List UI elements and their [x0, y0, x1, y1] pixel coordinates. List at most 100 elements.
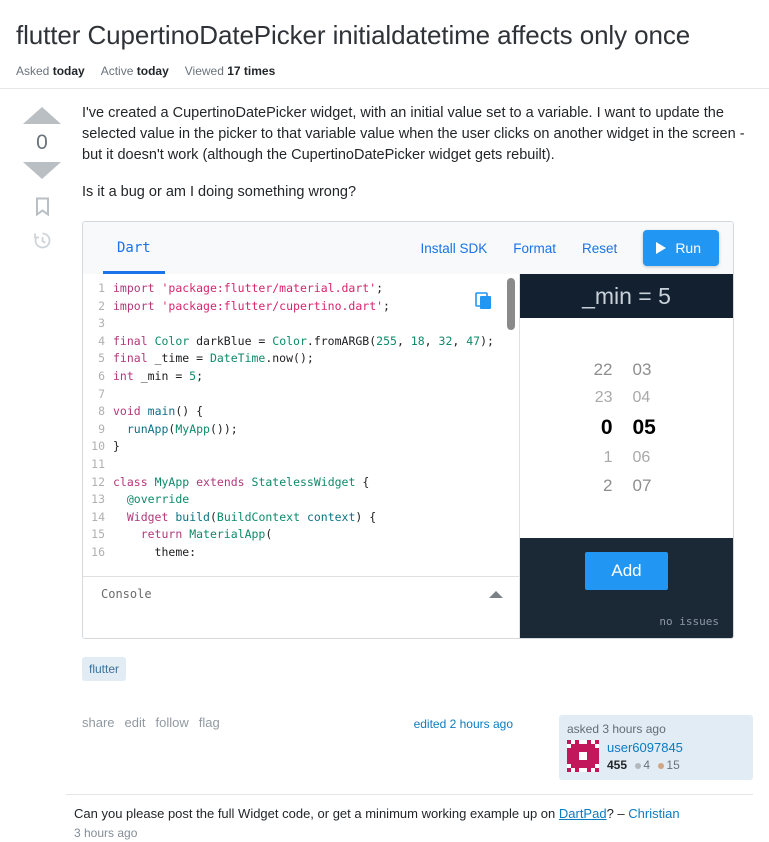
avatar[interactable] [567, 740, 599, 772]
tag-flutter[interactable]: flutter [82, 657, 127, 681]
picker-minute-item[interactable]: 04 [633, 384, 651, 412]
code-line-number: 5 [98, 351, 105, 366]
stat-viewed-value: 17 times [227, 64, 276, 78]
picker-wheel-hours[interactable]: 22 23 0 1 2 [577, 356, 613, 500]
picker-minute-selected[interactable]: 05 [633, 412, 656, 444]
code-line: 5 final _time = DateTime.now(); [87, 350, 519, 368]
code-line-number: 9 [98, 421, 105, 436]
silver-badge: 4 [635, 758, 650, 772]
owner-reputation: 455 4 15 [607, 758, 683, 772]
picker-hour-item[interactable]: 23 [595, 384, 613, 412]
reputation-value: 455 [607, 758, 628, 772]
follow-link[interactable]: follow [156, 715, 189, 730]
dartpad-link[interactable]: DartPad [559, 806, 607, 821]
code-line-text: import 'package:flutter/cupertino.dart'; [113, 298, 390, 313]
owner-details: user6097845 455 4 15 [607, 740, 683, 772]
stat-active-value: today [136, 64, 169, 78]
post-footer: share edit follow flag edited 2 hours ag… [82, 715, 753, 780]
picker-minute-item[interactable]: 07 [633, 472, 652, 500]
edit-link[interactable]: edit [125, 715, 146, 730]
comment-list: Can you please post the full Widget code… [66, 794, 753, 842]
play-icon [656, 242, 667, 254]
code-line: 7 [87, 386, 519, 404]
code-line-number: 7 [98, 386, 105, 401]
post-paragraph-2: Is it a bug or am I doing something wron… [82, 184, 357, 200]
picker-hour-selected[interactable]: 0 [601, 412, 613, 444]
vote-up-button[interactable] [23, 107, 61, 124]
chevron-up-icon[interactable] [489, 591, 503, 598]
cupertino-date-picker[interactable]: 22 23 0 1 2 03 04 05 06 07 [577, 356, 677, 500]
tab-dart[interactable]: Dart [103, 222, 165, 274]
code-line-number: 11 [91, 456, 105, 471]
reset-link[interactable]: Reset [582, 241, 617, 256]
bookmark-icon[interactable] [34, 197, 51, 221]
bronze-badge: 15 [658, 758, 680, 772]
dartpad-embed: Dart Install SDK Format Reset Run 1 impor… [82, 221, 734, 639]
run-button-label: Run [675, 240, 701, 256]
code-line-number: 15 [91, 527, 105, 542]
owner-card: asked 3 hours ago user6097845 455 4 15 [559, 715, 753, 780]
add-button[interactable]: Add [585, 552, 668, 590]
picker-minute-item[interactable]: 03 [633, 356, 652, 384]
bronze-badge-icon [658, 762, 665, 769]
code-line-text: @override [113, 492, 190, 507]
install-sdk-link[interactable]: Install SDK [420, 241, 487, 256]
history-icon[interactable] [33, 231, 52, 255]
picker-minute-item[interactable]: 06 [633, 444, 651, 472]
code-line: 13 @override [87, 491, 519, 509]
code-line: 15 return MaterialApp( [87, 526, 519, 544]
comment-text-after: ? – [606, 806, 629, 821]
code-line-text: } [113, 439, 120, 454]
picker-hour-item[interactable]: 2 [603, 472, 612, 500]
stat-active: Active today [101, 64, 169, 78]
code-line: 6 int _min = 5; [87, 368, 519, 386]
comment-item: Can you please post the full Widget code… [66, 805, 753, 842]
code-line-text: return MaterialApp( [140, 527, 273, 542]
owner-row: user6097845 455 4 15 [567, 740, 745, 772]
run-button[interactable]: Run [643, 230, 719, 266]
stat-asked-label: Asked [16, 64, 50, 78]
code-line-number: 1 [98, 281, 105, 295]
console-panel: Console [83, 576, 519, 638]
comment-text-before: Can you please post the full Widget code… [74, 806, 559, 821]
picker-hour-item[interactable]: 22 [594, 356, 613, 384]
picker-wheel-minutes[interactable]: 03 04 05 06 07 [633, 356, 677, 500]
code-line-number: 4 [98, 333, 105, 348]
vote-down-button[interactable] [23, 162, 61, 179]
question-post: 0 I've created a CupertinoDatePicker wid… [0, 89, 769, 780]
post-actions: share edit follow flag [82, 715, 220, 730]
code-editor[interactable]: 1 import 'package:flutter/material.dart';… [83, 274, 519, 576]
edited-timestamp[interactable]: edited 2 hours ago [414, 715, 513, 731]
silver-badge-count: 4 [643, 758, 651, 772]
share-link[interactable]: share [82, 715, 115, 730]
code-line-text: theme: [113, 544, 197, 559]
code-line-number: 13 [91, 492, 105, 507]
preview-app-bar: _min = 5 [520, 274, 733, 318]
code-line-number: 10 [91, 439, 105, 454]
code-line-text: int _min = 5; [113, 368, 204, 383]
code-line-text: Widget build(BuildContext context) { [126, 509, 377, 524]
code-line-text: final Color darkBlue = Color.fromARGB(25… [113, 333, 494, 348]
editor-scrollbar[interactable] [507, 278, 515, 330]
question-header: flutter CupertinoDatePicker initialdatet… [0, 0, 769, 89]
copy-icon[interactable] [475, 292, 493, 315]
stat-viewed-label: Viewed [184, 64, 224, 78]
preview-app-body: 22 23 0 1 2 03 04 05 06 07 [520, 318, 733, 538]
post-body: I've created a CupertinoDatePicker widge… [68, 103, 753, 780]
picker-hour-item[interactable]: 1 [604, 444, 613, 472]
tag-list: flutter [82, 657, 753, 681]
flag-link[interactable]: flag [199, 715, 220, 730]
code-line: 3 [87, 315, 519, 333]
post-paragraph-1: I've created a CupertinoDatePicker widge… [82, 105, 745, 163]
silver-badge-icon [635, 762, 642, 769]
code-line: 14 Widget build(BuildContext context) { [87, 509, 519, 527]
format-link[interactable]: Format [513, 241, 556, 256]
comment-author-link[interactable]: Christian [628, 806, 679, 821]
code-line-number: 8 [98, 404, 105, 419]
code-line-number: 14 [91, 509, 105, 524]
code-line: 4 final Color darkBlue = Color.fromARGB(2… [87, 333, 519, 351]
code-line: 1 import 'package:flutter/material.dart'; [87, 280, 519, 298]
code-line-number: 3 [98, 316, 105, 331]
owner-name[interactable]: user6097845 [607, 740, 683, 755]
